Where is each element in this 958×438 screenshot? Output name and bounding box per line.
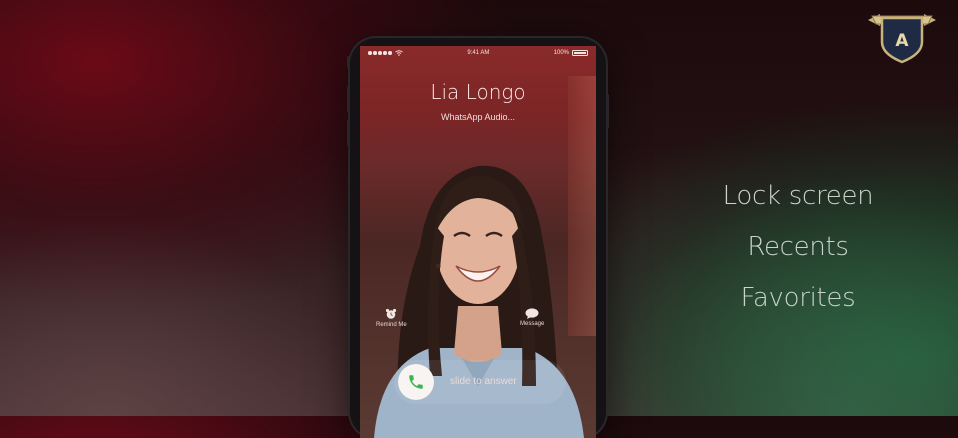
badge-shield-icon: A: [868, 14, 936, 64]
feature-item-recents: Recents: [747, 232, 849, 262]
volume-up-button: [347, 86, 350, 112]
remind-me-label: Remind Me: [376, 322, 407, 328]
slide-to-answer-slider[interactable]: slide to answer: [394, 360, 566, 404]
caller-name: Lia Longo: [430, 80, 526, 104]
feature-item-lock-screen: Lock screen: [722, 181, 874, 211]
message-label: Message: [520, 321, 545, 327]
wifi-icon: [395, 50, 403, 56]
alarm-icon: [386, 308, 397, 319]
phone-icon: [409, 375, 423, 389]
battery-indicator: 100%: [554, 50, 588, 56]
power-button: [606, 94, 609, 128]
iphone-device: 9:41 AM 100% Lia Longo WhatsApp Audio...: [347, 38, 609, 438]
message-button[interactable]: Message: [520, 308, 544, 327]
incoming-call-screen: 9:41 AM 100% Lia Longo WhatsApp Audio...: [360, 46, 596, 438]
signal-strength-icon: [368, 50, 403, 56]
mute-switch: [347, 56, 350, 68]
status-bar: 9:41 AM 100%: [360, 46, 596, 60]
call-type-label: WhatsApp Audio...: [440, 112, 516, 122]
answer-knob[interactable]: [398, 364, 434, 400]
feature-item-favorites: Favorites: [740, 283, 856, 313]
badge-letter: A: [895, 31, 909, 51]
status-time: 9:41 AM: [467, 50, 490, 56]
feature-list: Lock screen Recents Favorites: [700, 178, 896, 331]
slider-label: slide to answer: [450, 376, 517, 387]
remind-me-button[interactable]: Remind Me: [376, 308, 407, 328]
battery-icon: [572, 50, 588, 56]
volume-down-button: [347, 120, 350, 146]
background-glow-left: [0, 216, 360, 416]
battery-percent: 100%: [553, 50, 569, 56]
message-icon: [525, 308, 539, 319]
brand-badge: A: [866, 6, 938, 64]
